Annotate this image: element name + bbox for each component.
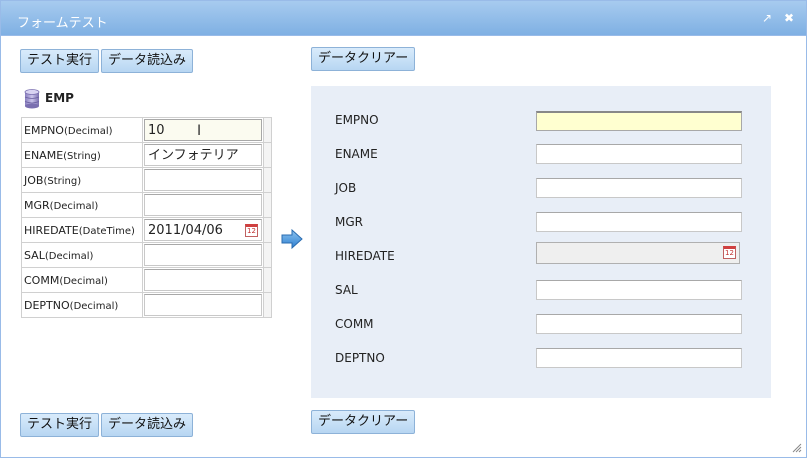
grid-row-padding xyxy=(263,192,272,218)
form-input-deptno[interactable] xyxy=(536,348,742,368)
grid-input-deptno[interactable] xyxy=(144,294,262,316)
field-type: (Decimal) xyxy=(69,300,119,312)
calendar-icon[interactable]: 12 xyxy=(723,246,736,259)
window-title: フォームテスト xyxy=(17,16,108,31)
grid-row-job: JOB(String) xyxy=(21,167,272,193)
grid-input-comm[interactable] xyxy=(144,269,262,291)
grid-value-cell: インフォテリア xyxy=(142,142,264,168)
grid-field-label: JOB(String) xyxy=(21,167,143,193)
grid-input-mgr[interactable] xyxy=(144,194,262,216)
data-load-button-bottom[interactable]: データ読込み xyxy=(101,413,194,437)
data-clear-button-bottom[interactable]: データクリアー xyxy=(311,410,416,434)
grid-value-cell xyxy=(142,267,264,293)
grid-row-hiredate: HIREDATE(DateTime) 2011/04/06 12 xyxy=(21,217,272,243)
grid-row-deptno: DEPTNO(Decimal) xyxy=(21,292,272,318)
field-type: (DateTime) xyxy=(78,225,135,237)
grid-input-empno[interactable]: 10 I xyxy=(144,119,262,141)
restore-window-icon[interactable]: ↗ xyxy=(760,11,774,25)
grid-row-padding xyxy=(263,242,272,268)
field-type: (Decimal) xyxy=(63,125,113,137)
grid-row-padding xyxy=(263,267,272,293)
resize-grip-icon[interactable] xyxy=(792,443,802,453)
data-load-button-top[interactable]: データ読込み xyxy=(101,49,194,73)
grid-input-sal[interactable] xyxy=(144,244,262,266)
form-input-mgr[interactable] xyxy=(536,212,742,232)
entity-grid: EMPNO(Decimal) 10 I ENAME(String) インフォテリア JOB… xyxy=(21,117,272,318)
form-label-mgr: MGR xyxy=(335,215,363,229)
form-input-ename[interactable] xyxy=(536,144,742,164)
grid-value-cell xyxy=(142,242,264,268)
field-type: (Decimal) xyxy=(49,200,99,212)
grid-value-cell xyxy=(142,192,264,218)
grid-field-label: COMM(Decimal) xyxy=(21,267,143,293)
grid-row-empno: EMPNO(Decimal) 10 I xyxy=(21,117,272,143)
text-cursor-icon: I xyxy=(197,123,202,139)
grid-field-label: ENAME(String) xyxy=(21,142,143,168)
field-name: EMPNO xyxy=(24,123,64,137)
test-run-button-top[interactable]: テスト実行 xyxy=(20,49,100,73)
window-titlebar[interactable]: フォームテスト ↗ ✖ xyxy=(1,1,806,36)
field-type: (String) xyxy=(43,175,82,187)
grid-input-hiredate[interactable]: 2011/04/06 12 xyxy=(144,219,262,241)
grid-input-job[interactable] xyxy=(144,169,262,191)
form-label-job: JOB xyxy=(335,181,357,195)
form-input-empno[interactable] xyxy=(536,111,742,131)
grid-row-mgr: MGR(Decimal) xyxy=(21,192,272,218)
grid-row-padding xyxy=(263,142,272,168)
field-name: MGR xyxy=(24,198,50,212)
form-test-window: フォームテスト ↗ ✖ テスト実行 データ読込み データクリアー EMP EMP… xyxy=(0,0,807,458)
grid-input-value: インフォテリア xyxy=(148,148,239,163)
grid-input-value: 10 xyxy=(148,123,165,138)
grid-field-label: DEPTNO(Decimal) xyxy=(21,292,143,318)
form-label-sal: SAL xyxy=(335,283,358,297)
grid-input-value: 2011/04/06 xyxy=(148,223,223,238)
form-label-empno: EMPNO xyxy=(335,113,379,127)
grid-row-padding xyxy=(263,292,272,318)
entity-title: EMP xyxy=(45,91,74,105)
grid-field-label: MGR(Decimal) xyxy=(21,192,143,218)
field-name: ENAME xyxy=(24,148,64,162)
close-icon[interactable]: ✖ xyxy=(782,11,796,25)
field-name: COMM xyxy=(24,273,60,287)
grid-row-padding xyxy=(263,167,272,193)
form-input-hiredate[interactable]: 12 xyxy=(536,242,740,264)
form-panel: EMPNO ENAME JOB MGR HIREDATE 12 SAL COMM DEPTNO xyxy=(311,86,771,398)
data-clear-button-top[interactable]: データクリアー xyxy=(311,47,416,71)
field-name: HIREDATE xyxy=(24,223,79,237)
field-type: (Decimal) xyxy=(44,250,94,262)
grid-value-cell: 2011/04/06 12 xyxy=(142,217,264,243)
test-run-button-bottom[interactable]: テスト実行 xyxy=(20,413,100,437)
form-label-comm: COMM xyxy=(335,317,374,331)
field-name: SAL xyxy=(24,248,45,262)
form-input-comm[interactable] xyxy=(536,314,742,334)
field-name: DEPTNO xyxy=(24,298,70,312)
field-name: JOB xyxy=(24,173,44,187)
grid-row-padding xyxy=(263,117,272,143)
calendar-icon[interactable]: 12 xyxy=(245,224,258,237)
grid-value-cell: 10 I xyxy=(142,117,264,143)
grid-field-label: EMPNO(Decimal) xyxy=(21,117,143,143)
grid-row-padding xyxy=(263,217,272,243)
field-type: (String) xyxy=(63,150,101,162)
grid-input-ename[interactable]: インフォテリア xyxy=(144,144,262,166)
arrow-right-icon xyxy=(281,229,303,249)
grid-field-label: SAL(Decimal) xyxy=(21,242,143,268)
grid-row-ename: ENAME(String) インフォテリア xyxy=(21,142,272,168)
field-type: (Decimal) xyxy=(59,275,108,287)
grid-value-cell xyxy=(142,292,264,318)
form-label-ename: ENAME xyxy=(335,147,378,161)
grid-row-comm: COMM(Decimal) xyxy=(21,267,272,293)
form-label-hiredate: HIREDATE xyxy=(335,249,395,263)
grid-row-sal: SAL(Decimal) xyxy=(21,242,272,268)
database-icon xyxy=(24,89,40,109)
grid-value-cell xyxy=(142,167,264,193)
form-input-job[interactable] xyxy=(536,178,742,198)
form-label-deptno: DEPTNO xyxy=(335,351,385,365)
grid-field-label: HIREDATE(DateTime) xyxy=(21,217,143,243)
form-input-sal[interactable] xyxy=(536,280,742,300)
